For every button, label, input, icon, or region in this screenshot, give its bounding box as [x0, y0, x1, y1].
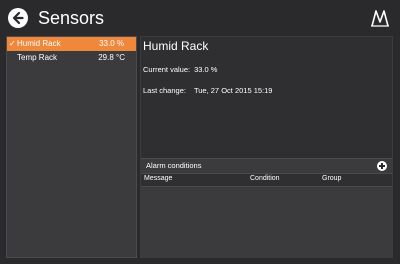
sensor-list-item-temp-rack[interactable]: Temp Rack 29.8 °C: [7, 51, 136, 65]
sensor-list: ✓ Humid Rack 33.0 % Temp Rack 29.8 °C: [6, 36, 137, 258]
sensor-name: Temp Rack: [17, 53, 58, 62]
current-value-label: Current value:: [143, 65, 191, 74]
sensor-value: 33.0 %: [99, 39, 124, 48]
brand-logo-icon: [370, 9, 390, 27]
checkmark-icon: ✓: [9, 39, 16, 48]
current-value: 33.0 %: [194, 65, 218, 74]
back-button[interactable]: [8, 8, 28, 28]
header: Sensors: [0, 0, 400, 36]
alarm-conditions-header: Alarm conditions: [141, 158, 392, 174]
sensor-list-item-humid-rack[interactable]: ✓ Humid Rack 33.0 %: [7, 37, 136, 51]
app-window: Sensors ✓ Humid Rack 33.0 % Temp Rack 29…: [0, 0, 400, 264]
detail-title: Humid Rack: [143, 39, 209, 53]
alarm-table-body: [141, 187, 392, 257]
alarm-conditions-title: Alarm conditions: [146, 161, 202, 170]
page-title: Sensors: [38, 8, 105, 28]
sensor-name: Humid Rack: [17, 39, 61, 48]
column-header-condition[interactable]: Condition: [250, 175, 280, 182]
add-alarm-button[interactable]: [377, 161, 387, 171]
column-header-group[interactable]: Group: [322, 175, 341, 182]
last-change-value: Tue, 27 Oct 2015 15:19: [193, 86, 273, 95]
sensor-detail-panel: Humid Rack Current value: 33.0 % Last cha…: [140, 36, 393, 258]
last-change-row: Last change: Tue, 27 Oct 2015 15:19: [143, 86, 272, 95]
arrow-left-icon: [12, 11, 24, 25]
last-change-label: Last change:: [143, 86, 186, 95]
current-value-row: Current value: 33.0 %: [143, 65, 217, 74]
column-header-message[interactable]: Message: [144, 175, 172, 182]
sensor-value: 29.8 °C: [98, 53, 125, 62]
alarm-table-header: Message Condition Group: [141, 174, 392, 187]
